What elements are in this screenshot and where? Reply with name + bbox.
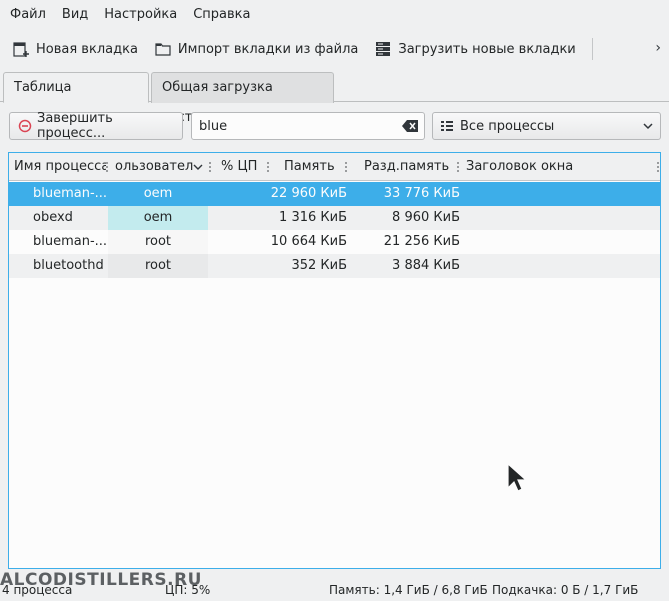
process-name: blueman-...	[33, 186, 107, 201]
process-cpu	[221, 182, 261, 206]
column-resize-handle[interactable]	[345, 162, 347, 172]
process-user: root	[108, 254, 208, 278]
status-process-count: 4 процесса	[2, 583, 73, 597]
process-filter-value: Все процессы	[460, 118, 555, 134]
process-memory: 1 316 КиБ	[279, 210, 347, 225]
process-window-title	[466, 254, 616, 278]
status-memory: Память: 1,4 ГиБ / 6,8 ГиБ	[329, 583, 488, 597]
process-memory: 22 960 КиБ	[270, 186, 347, 201]
toolbar-separator	[591, 38, 593, 60]
process-shared-memory: 3 884 КиБ	[392, 258, 460, 273]
import-tab-label: Импорт вкладки из файла	[177, 41, 359, 57]
column-header-shared-memory[interactable]: Разд.память	[364, 153, 454, 180]
menu-settings[interactable]: Настройка	[96, 0, 185, 30]
process-cpu	[221, 206, 261, 230]
server-icon	[374, 40, 392, 58]
load-tabs-label: Загрузить новые вкладки	[398, 41, 576, 57]
kill-process-label: Завершить процесс...	[37, 111, 113, 141]
column-resize-handle[interactable]	[457, 162, 459, 172]
process-shared-memory: 8 960 КиБ	[392, 210, 460, 225]
process-user: root	[108, 230, 208, 254]
list-icon	[441, 120, 453, 132]
menu-file[interactable]: Файл	[2, 0, 54, 30]
column-resize-handle[interactable]	[209, 162, 211, 172]
process-memory: 352 КиБ	[291, 258, 347, 273]
process-window-title	[466, 230, 616, 254]
kill-process-button[interactable]: Завершить процесс...	[9, 111, 183, 141]
filter-bar: Завершить процесс... Все процессы	[0, 111, 669, 142]
menu-help[interactable]: Справка	[185, 0, 258, 30]
status-cpu: ЦП: 5%	[165, 583, 211, 597]
process-window-title	[466, 206, 616, 230]
status-swap: Подкачка: 0 Б / 1,7 ГиБ	[492, 583, 639, 597]
column-resize-handle[interactable]	[657, 162, 659, 172]
column-resize-handle[interactable]	[267, 162, 269, 172]
column-header-memory[interactable]: Память	[284, 153, 344, 180]
column-header-cpu[interactable]: % ЦП	[221, 153, 263, 180]
tab-system-load[interactable]: Общая загрузка системы	[151, 72, 334, 125]
process-filter-select[interactable]: Все процессы	[432, 112, 661, 140]
table-row[interactable]: blueman-... root 10 664 КиБ 21 256 КиБ	[9, 230, 660, 254]
sort-chevron-icon	[193, 161, 203, 176]
menubar: Файл Вид Настройка Справка	[0, 0, 669, 30]
table-header: Имя процесса ользовател % ЦП Память Разд…	[9, 153, 660, 181]
process-table[interactable]: Имя процесса ользовател % ЦП Память Разд…	[8, 152, 661, 569]
column-header-user[interactable]: ользовател	[115, 153, 194, 180]
toolbar: Новая вкладка Импорт вкладки из файла За…	[0, 32, 669, 66]
process-cpu	[221, 254, 261, 278]
column-resize-handle[interactable]	[106, 162, 108, 172]
process-name: blueman-...	[33, 234, 107, 249]
tab-process-table[interactable]: Таблица процессов	[3, 72, 149, 125]
clear-icon[interactable]	[402, 120, 418, 132]
process-shared-memory: 33 776 КиБ	[383, 186, 460, 201]
process-shared-memory: 21 256 КиБ	[383, 234, 460, 249]
column-header-window-title[interactable]: Заголовок окна	[466, 153, 616, 180]
stop-icon	[18, 119, 32, 133]
process-name: obexd	[33, 210, 73, 225]
folder-icon	[154, 40, 172, 58]
table-row[interactable]: blueman-... oem 22 960 КиБ 33 776 КиБ	[9, 182, 660, 206]
load-tabs-button[interactable]: Загрузить новые вкладки	[368, 34, 581, 64]
table-row[interactable]: obexd oem 1 316 КиБ 8 960 КиБ	[9, 206, 660, 230]
search-input[interactable]	[192, 113, 392, 139]
toolbar-overflow-icon[interactable]: ›	[655, 40, 661, 56]
menu-view[interactable]: Вид	[54, 0, 96, 30]
process-cpu	[221, 230, 261, 254]
mouse-cursor-icon	[507, 462, 528, 497]
new-tab-label: Новая вкладка	[36, 41, 138, 57]
table-row[interactable]: bluetoothd root 352 КиБ 3 884 КиБ	[9, 254, 660, 278]
import-tab-button[interactable]: Импорт вкладки из файла	[148, 34, 364, 64]
search-field	[191, 112, 425, 140]
process-window-title	[466, 182, 616, 206]
new-tab-icon	[12, 40, 30, 58]
column-header-name[interactable]: Имя процесса	[14, 153, 106, 180]
process-name: bluetoothd	[33, 258, 104, 273]
new-tab-button[interactable]: Новая вкладка	[6, 34, 144, 64]
process-user: oem	[108, 206, 208, 230]
process-memory: 10 664 КиБ	[270, 234, 347, 249]
tab-bar: Таблица процессов Общая загрузка системы	[0, 70, 669, 125]
process-user: oem	[143, 186, 173, 201]
chevron-down-icon	[642, 120, 654, 136]
status-bar: 4 процесса ЦП: 5% Память: 1,4 ГиБ / 6,8 …	[0, 580, 669, 601]
